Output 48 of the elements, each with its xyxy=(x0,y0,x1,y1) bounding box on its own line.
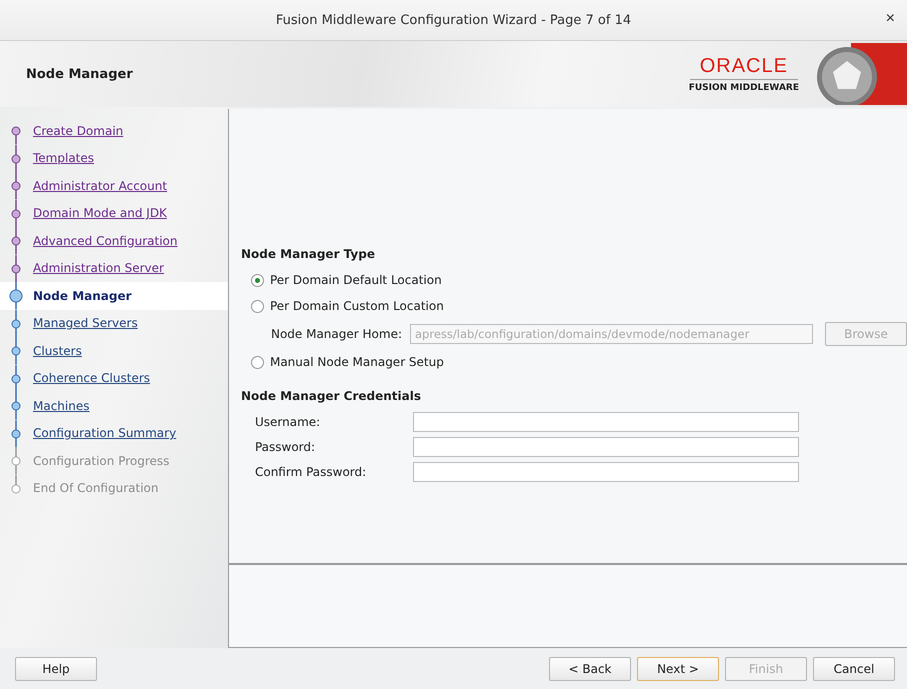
radio-label[interactable]: Per Domain Custom Location xyxy=(270,299,444,313)
window-title: Fusion Middleware Configuration Wizard - Page 7 of 14 xyxy=(276,12,632,28)
input-field[interactable] xyxy=(412,412,799,432)
page-title: Node Manager xyxy=(26,66,133,82)
step-marker-icon xyxy=(9,144,23,172)
step-link[interactable]: Managed Servers xyxy=(33,316,138,330)
step-marker-icon xyxy=(9,310,23,337)
next-button[interactable]: Next > xyxy=(637,656,719,680)
cancel-button[interactable]: Cancel xyxy=(813,656,895,680)
step-link[interactable]: Machines xyxy=(33,398,90,413)
radio-label[interactable]: Manual Node Manager Setup xyxy=(270,355,444,369)
step-link[interactable]: Templates xyxy=(33,151,94,166)
section-heading: Node Manager Type xyxy=(240,247,376,261)
step-link[interactable]: Node Manager xyxy=(33,288,132,303)
step-link[interactable]: Configuration Summary xyxy=(33,426,176,440)
step-marker-icon xyxy=(9,420,23,447)
input-field[interactable] xyxy=(412,436,799,456)
oracle-logo: ORACLE xyxy=(690,55,798,80)
step-marker-icon xyxy=(9,282,23,310)
step-link[interactable]: Coherence Clusters xyxy=(33,371,150,386)
step-link[interactable]: Administration Server xyxy=(33,261,164,276)
radio-label[interactable]: Per Domain Default Location xyxy=(270,273,442,287)
step-marker-icon xyxy=(9,227,23,254)
step-marker-icon xyxy=(9,364,23,392)
step-marker-icon xyxy=(9,392,23,420)
section-heading: Node Manager Credentials xyxy=(240,389,422,403)
step-marker-icon xyxy=(9,172,23,200)
step-marker-icon xyxy=(9,447,23,474)
field-label: Username: xyxy=(254,414,322,428)
step-link[interactable]: Administrator Account xyxy=(33,178,168,193)
step-marker-icon xyxy=(9,254,23,282)
field-label: Node Manager Home: xyxy=(270,327,402,341)
step-link[interactable]: Domain Mode and JDK xyxy=(33,206,167,220)
back-button[interactable]: < Back xyxy=(549,656,631,680)
input-field[interactable] xyxy=(412,462,799,482)
radio-button[interactable] xyxy=(250,274,264,286)
radio-button[interactable] xyxy=(250,356,264,368)
step-link[interactable]: Create Domain xyxy=(33,124,124,138)
field-label: Confirm Password: xyxy=(254,464,368,478)
radio-button[interactable] xyxy=(250,300,264,312)
field-label: Password: xyxy=(254,440,316,454)
help-button[interactable]: Help xyxy=(15,656,97,680)
close-button[interactable]: × xyxy=(882,10,899,28)
step-marker-icon xyxy=(9,337,23,364)
step-marker-icon xyxy=(9,200,23,227)
logo-subtitle: FUSION MIDDLEWARE xyxy=(688,83,799,93)
step-link[interactable]: Clusters xyxy=(33,344,82,358)
step-link[interactable]: Advanced Configuration xyxy=(33,234,178,248)
